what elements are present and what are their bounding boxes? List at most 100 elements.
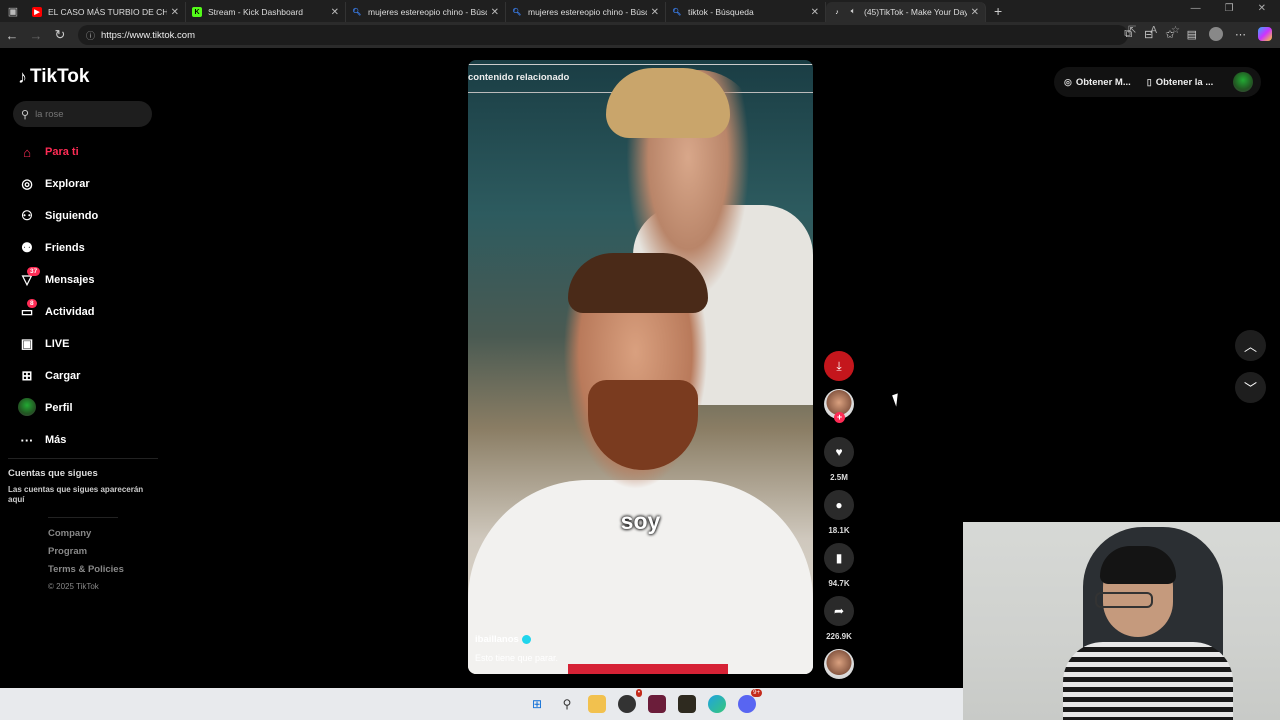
sidebar-item-perfil[interactable]: Perfil <box>17 392 98 424</box>
reload-button[interactable]: ↻ <box>48 27 72 43</box>
messages-badge: 37 <box>27 267 41 276</box>
verified-icon <box>521 634 531 644</box>
video-figure <box>606 68 730 138</box>
split-screen-icon[interactable]: ⊟ <box>1144 28 1153 41</box>
browser-tab[interactable]: 🔍︎ mujeres estereopio chino - Búsqu ✕ <box>346 2 506 22</box>
sidebar-item-friends[interactable]: ⚉ Friends <box>17 232 98 264</box>
notification-badge: • <box>635 689 642 697</box>
top-right-actions: ◎ Obtener M... ▯ Obtener la ... <box>1054 67 1261 97</box>
video-figure <box>568 253 708 313</box>
tab-label: mujeres estereopio chino - Búsqu <box>368 7 487 17</box>
close-icon[interactable]: ✕ <box>971 7 979 18</box>
discord-icon[interactable]: 9+ <box>738 689 762 713</box>
tiktok-note-icon: ♪ <box>18 66 27 87</box>
collections-icon[interactable]: ▤ <box>1187 28 1197 41</box>
search-icon: 🔍︎ <box>352 9 362 16</box>
video-player[interactable]: contenido relacionado soy ibaillanos Est… <box>468 60 813 674</box>
sidebar-item-label: Más <box>45 434 67 446</box>
comment-icon[interactable]: ● <box>824 490 854 520</box>
back-button[interactable]: ← <box>0 28 24 43</box>
video-banner <box>568 664 728 674</box>
tab-label: (45)TikTok - Make Your Day <box>864 7 967 17</box>
sidebar-item-actividad[interactable]: ▭ 8 Actividad <box>17 296 98 328</box>
sidebar-item-mensajes[interactable]: ▽ 37 Mensajes <box>17 264 98 296</box>
bookmark-icon[interactable]: ▮ <box>824 543 854 573</box>
sidebar-item-siguiendo[interactable]: ⚇ Siguiendo <box>17 200 98 232</box>
comment-action[interactable]: ● 18.1K <box>823 490 855 535</box>
phone-icon: ▯ <box>1146 76 1152 87</box>
tiktok-logo[interactable]: ♪ TikTok <box>18 66 89 88</box>
search-input[interactable] <box>35 108 136 120</box>
sound-disc-avatar[interactable] <box>824 649 854 679</box>
close-window-button[interactable]: ✕ <box>1258 3 1266 14</box>
creator-avatar[interactable]: + <box>824 389 854 423</box>
close-icon[interactable]: ✕ <box>331 7 339 18</box>
sound-action[interactable] <box>823 649 855 679</box>
video-actions: ⤓ + ♥ 2.5M ● 18.1K ▮ 94.7K ➦ 226.9K <box>823 351 855 687</box>
app-icon[interactable] <box>648 695 666 713</box>
get-app-button[interactable]: Obtener la ... <box>1156 77 1214 88</box>
site-info-icon[interactable]: ⓘ <box>86 29 95 42</box>
upload-icon: ⊞ <box>21 368 33 383</box>
forward-button[interactable]: → <box>24 28 48 43</box>
save-count: 94.7K <box>828 579 850 588</box>
save-action[interactable]: ▮ 94.7K <box>823 543 855 588</box>
previous-video-button[interactable]: ︿ <box>1235 330 1266 361</box>
user-avatar[interactable] <box>1233 72 1253 92</box>
close-icon[interactable]: ✕ <box>171 7 179 18</box>
follow-plus-icon[interactable]: + <box>834 412 845 423</box>
tab-actions-icon[interactable]: ▣ <box>0 0 26 22</box>
more-icon: ··· <box>20 432 34 448</box>
windows-start-icon[interactable]: ⊞ <box>528 695 546 713</box>
heart-icon[interactable]: ♥ <box>824 437 854 467</box>
download-action[interactable]: ⤓ <box>823 351 855 381</box>
video-line <box>468 64 813 65</box>
sidebar-item-explorar[interactable]: ◎ Explorar <box>17 168 98 200</box>
favorites-icon[interactable]: ✩ <box>1165 28 1174 41</box>
minimize-button[interactable]: — <box>1191 3 1201 14</box>
footer-link-company[interactable]: Company <box>48 528 124 546</box>
close-icon[interactable]: ✕ <box>811 7 819 18</box>
tab-label: tiktok - Búsqueda <box>688 7 754 17</box>
chevron-up-icon: ︿ <box>1243 339 1257 354</box>
like-action[interactable]: ♥ 2.5M <box>823 437 855 482</box>
footer-link-terms[interactable]: Terms & Policies <box>48 564 124 582</box>
sidebar-item-cargar[interactable]: ⊞ Cargar <box>17 360 98 392</box>
close-icon[interactable]: ✕ <box>491 7 499 18</box>
browser-tab[interactable]: K Stream - Kick Dashboard ✕ <box>186 2 346 22</box>
next-video-button[interactable]: ﹀ <box>1235 372 1266 403</box>
sidebar-item-para-ti[interactable]: ⌂ Para ti <box>17 136 98 168</box>
settings-more-icon[interactable]: ⋯ <box>1235 28 1246 41</box>
browser-tab[interactable]: ▶ EL CASO MÁS TURBIO DE CHINA ✕ <box>26 2 186 22</box>
browser-tab-active[interactable]: ♪ 🔈︎ (45)TikTok - Make Your Day ✕ <box>826 2 986 22</box>
file-explorer-icon[interactable] <box>588 695 606 713</box>
browser-tab[interactable]: 🔍︎ tiktok - Búsqueda ✕ <box>666 2 826 22</box>
get-coins-button[interactable]: Obtener M... <box>1076 77 1131 88</box>
search-icon[interactable]: ⚲ <box>558 695 576 713</box>
chevron-down-icon: ﹀ <box>1243 381 1257 396</box>
download-icon[interactable]: ⤓ <box>824 351 854 381</box>
new-tab-button[interactable]: + <box>994 3 1002 19</box>
copilot-icon[interactable] <box>1258 27 1272 41</box>
chrome-icon[interactable]: • <box>618 689 642 713</box>
sidebar-item-live[interactable]: ▣ LIVE <box>17 328 98 360</box>
extensions-icon[interactable]: ⧉ <box>1124 28 1132 41</box>
webcam-overlay <box>963 522 1280 720</box>
maximize-button[interactable]: ❐ <box>1225 3 1234 14</box>
speaker-icon[interactable]: 🔈︎ <box>848 7 858 17</box>
game-icon[interactable] <box>678 695 696 713</box>
share-icon[interactable]: ➦ <box>824 596 854 626</box>
video-author[interactable]: ibaillanos <box>475 634 531 645</box>
search-box[interactable]: ⚲ <box>13 101 152 127</box>
sidebar-item-mas[interactable]: ··· Más <box>17 424 98 456</box>
close-icon[interactable]: ✕ <box>651 7 659 18</box>
browser-profile-avatar[interactable] <box>1209 27 1223 41</box>
tab-label: mujeres estereopio chino - Búsq <box>528 7 647 17</box>
url-field[interactable]: ⓘ https://www.tiktok.com <box>78 25 1128 45</box>
footer-link-program[interactable]: Program <box>48 546 124 564</box>
creator-action[interactable]: + <box>823 389 855 423</box>
share-action[interactable]: ➦ 226.9K <box>823 596 855 641</box>
browser-tab[interactable]: 🔍︎ mujeres estereopio chino - Búsq ✕ <box>506 2 666 22</box>
edge-icon[interactable] <box>708 695 726 713</box>
search-icon: ⚲ <box>21 108 30 121</box>
